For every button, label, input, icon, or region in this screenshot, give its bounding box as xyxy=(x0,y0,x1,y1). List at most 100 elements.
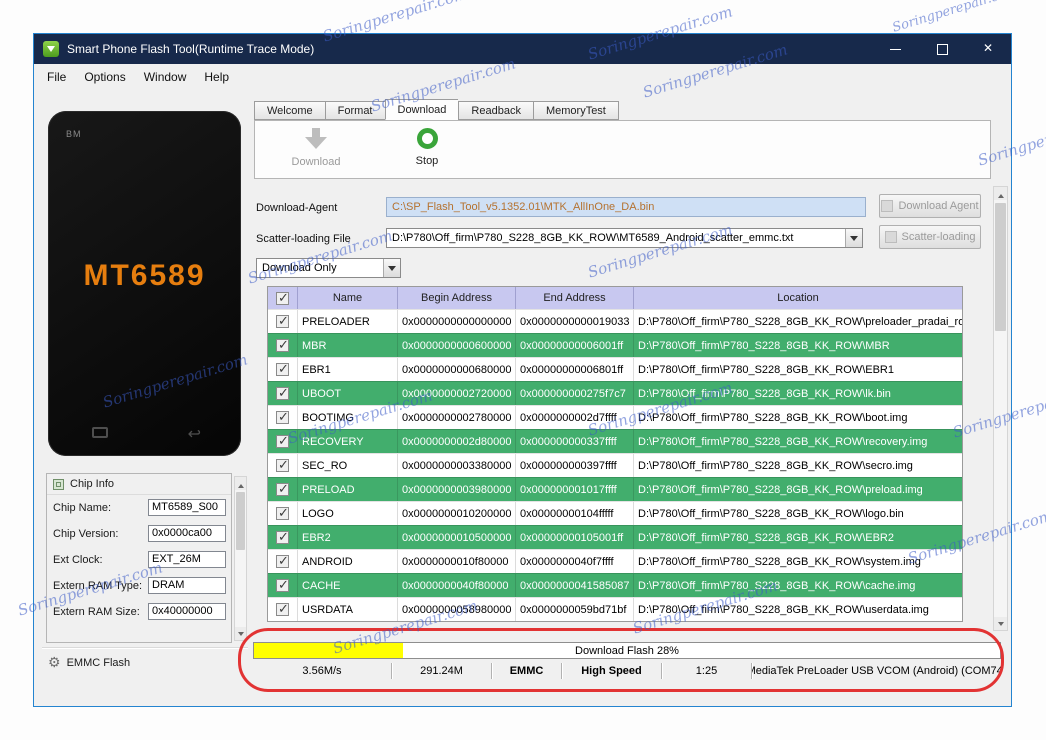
cell-checkbox xyxy=(268,454,298,477)
cell-location: D:\P780\Off_firm\P780_S228_8GB_KK_ROW\lo… xyxy=(638,507,904,520)
header-end-address[interactable]: End Address xyxy=(516,287,634,309)
chip-info-scrollbar[interactable] xyxy=(234,476,247,641)
status-speed: 3.56M/s xyxy=(302,665,342,677)
download-mode-select[interactable]: Download Only xyxy=(256,258,401,278)
partition-row-bootimg[interactable]: BOOTIMG0x00000000027800000x0000000002d7f… xyxy=(268,405,962,429)
left-panel-divider xyxy=(42,647,248,648)
cell-checkbox xyxy=(268,406,298,429)
red-highlight-annotation xyxy=(238,628,1004,692)
status-link-speed: High Speed xyxy=(561,663,661,679)
cell-checkbox xyxy=(268,478,298,501)
row-checkbox[interactable] xyxy=(276,505,289,521)
header-location[interactable]: Location xyxy=(634,287,962,309)
partition-row-android[interactable]: ANDROID0x0000000010f800000x0000000040f7f… xyxy=(268,549,962,573)
scrollbar-thumb[interactable] xyxy=(236,492,245,550)
header-name[interactable]: Name xyxy=(298,287,398,309)
scatter-file-combobox[interactable]: D:\P780\Off_firm\P780_S228_8GB_KK_ROW\MT… xyxy=(386,228,863,248)
menu-item-window[interactable]: Window xyxy=(135,66,196,88)
row-checkbox[interactable] xyxy=(276,337,289,353)
partition-row-ebr1[interactable]: EBR10x00000000006800000x00000000006801ff… xyxy=(268,357,962,381)
cell-location: D:\P780\Off_firm\P780_S228_8GB_KK_ROW\MB… xyxy=(638,339,890,352)
cell-location: D:\P780\Off_firm\P780_S228_8GB_KK_ROW\re… xyxy=(638,435,928,448)
cell-begin-address: 0x0000000002780000 xyxy=(398,406,516,429)
close-icon[interactable] xyxy=(965,34,1011,64)
row-checkbox[interactable] xyxy=(276,577,289,593)
row-checkbox[interactable] xyxy=(276,409,289,425)
cell-end-address: 0x000000000275f7c7 xyxy=(516,382,634,405)
partition-row-preloader[interactable]: PRELOADER0x00000000000000000x00000000000… xyxy=(268,309,962,333)
chip-field-value: MT6589_S00 xyxy=(148,499,226,516)
cell-name: SEC_RO xyxy=(298,454,398,477)
header-checkbox-cell xyxy=(268,287,298,309)
menu-item-help[interactable]: Help xyxy=(195,66,238,88)
window-title: Smart Phone Flash Tool(Runtime Trace Mod… xyxy=(67,42,315,56)
tab-readback[interactable]: Readback xyxy=(458,101,533,120)
tab-memorytest[interactable]: MemoryTest xyxy=(532,101,619,120)
cell-location: D:\P780\Off_firm\P780_S228_8GB_KK_ROW\EB… xyxy=(638,531,894,544)
scroll-up-icon[interactable] xyxy=(994,187,1007,200)
cell-checkbox xyxy=(268,550,298,573)
stop-button[interactable]: Stop xyxy=(388,126,466,167)
cell-checkbox xyxy=(268,598,298,621)
download-button[interactable]: Download xyxy=(277,126,355,168)
scrollbar-thumb[interactable] xyxy=(995,203,1006,331)
partition-row-sec_ro[interactable]: SEC_RO0x00000000033800000x000000000397ff… xyxy=(268,453,962,477)
status-downloaded: 291.24M xyxy=(391,663,491,679)
cell-begin-address: 0x0000000040f80000 xyxy=(398,574,516,597)
row-checkbox[interactable] xyxy=(276,385,289,401)
tab-welcome[interactable]: Welcome xyxy=(254,101,325,120)
scroll-up-icon[interactable] xyxy=(235,477,246,490)
row-checkbox[interactable] xyxy=(276,601,289,617)
row-checkbox[interactable] xyxy=(276,313,289,329)
partition-row-recovery[interactable]: RECOVERY0x0000000002d800000x000000000337… xyxy=(268,429,962,453)
scatter-loading-button[interactable]: Scatter-loading xyxy=(879,225,981,249)
minimize-icon[interactable] xyxy=(873,34,919,64)
maximize-icon[interactable] xyxy=(919,34,965,64)
scroll-down-icon[interactable] xyxy=(994,617,1007,630)
cell-location: D:\P780\Off_firm\P780_S228_8GB_KK_ROW\ca… xyxy=(638,579,916,592)
header-begin-address[interactable]: Begin Address xyxy=(398,287,516,309)
chevron-down-icon[interactable] xyxy=(845,229,862,247)
gear-icon xyxy=(48,654,61,671)
chevron-down-icon[interactable] xyxy=(383,259,400,277)
partition-row-usrdata[interactable]: USRDATA0x00000000589800000x0000000059bd7… xyxy=(268,597,962,621)
cell-location: D:\P780\Off_firm\P780_S228_8GB_KK_ROW\us… xyxy=(638,603,929,616)
download-agent-button-icon xyxy=(881,200,894,212)
cell-begin-address: 0x0000000003380000 xyxy=(398,454,516,477)
partition-row-logo[interactable]: LOGO0x00000000102000000x00000000104fffff… xyxy=(268,501,962,525)
cell-location: D:\P780\Off_firm\P780_S228_8GB_KK_ROW\bo… xyxy=(638,411,908,424)
download-agent-path-field[interactable]: C:\SP_Flash_Tool_v5.1352.01\MTK_AllInOne… xyxy=(386,197,866,217)
cell-begin-address: 0x0000000010200000 xyxy=(398,502,516,525)
cell-checkbox xyxy=(268,358,298,381)
cell-checkbox xyxy=(268,382,298,405)
row-checkbox[interactable] xyxy=(276,481,289,497)
tab-format[interactable]: Format xyxy=(324,101,385,120)
emmc-flash-label: EMMC Flash xyxy=(66,656,131,669)
cell-begin-address: 0x0000000000680000 xyxy=(398,358,516,381)
row-checkbox[interactable] xyxy=(276,433,289,449)
partition-row-preload[interactable]: PRELOAD0x00000000039800000x000000001017f… xyxy=(268,477,962,501)
select-all-checkbox[interactable] xyxy=(276,290,289,306)
cell-checkbox xyxy=(268,574,298,597)
cell-begin-address: 0x0000000010f80000 xyxy=(398,550,516,573)
row-checkbox[interactable] xyxy=(276,529,289,545)
stop-icon xyxy=(416,128,438,149)
row-checkbox[interactable] xyxy=(276,553,289,569)
chip-icon xyxy=(53,478,64,490)
chip-info-fields: Chip Name: MT6589_S00 Chip Version: 0x0000c… xyxy=(47,495,231,625)
scroll-down-icon[interactable] xyxy=(235,627,246,640)
partition-row-mbr[interactable]: MBR0x00000000006000000x00000000006001ff D… xyxy=(268,333,962,357)
row-checkbox[interactable] xyxy=(276,361,289,377)
row-checkbox[interactable] xyxy=(276,457,289,473)
titlebar[interactable]: Smart Phone Flash Tool(Runtime Trace Mod… xyxy=(34,34,1011,64)
download-agent-button[interactable]: Download Agent xyxy=(879,194,981,218)
partition-row-ebr2[interactable]: EBR20x00000000105000000x00000000105001ff… xyxy=(268,525,962,549)
partition-row-uboot[interactable]: UBOOT0x00000000027200000x000000000275f7c… xyxy=(268,381,962,405)
partition-row-cache[interactable]: CACHE0x0000000040f800000x000000004158508… xyxy=(268,573,962,597)
main-scrollbar[interactable] xyxy=(993,186,1008,631)
chip-field-label: Chip Version: xyxy=(53,528,119,540)
tab-download[interactable]: Download xyxy=(384,99,459,120)
menu-item-file[interactable]: File xyxy=(38,66,75,88)
chip-info-row: Extern RAM Size: 0x40000000 xyxy=(47,599,231,625)
menu-item-options[interactable]: Options xyxy=(75,66,134,88)
